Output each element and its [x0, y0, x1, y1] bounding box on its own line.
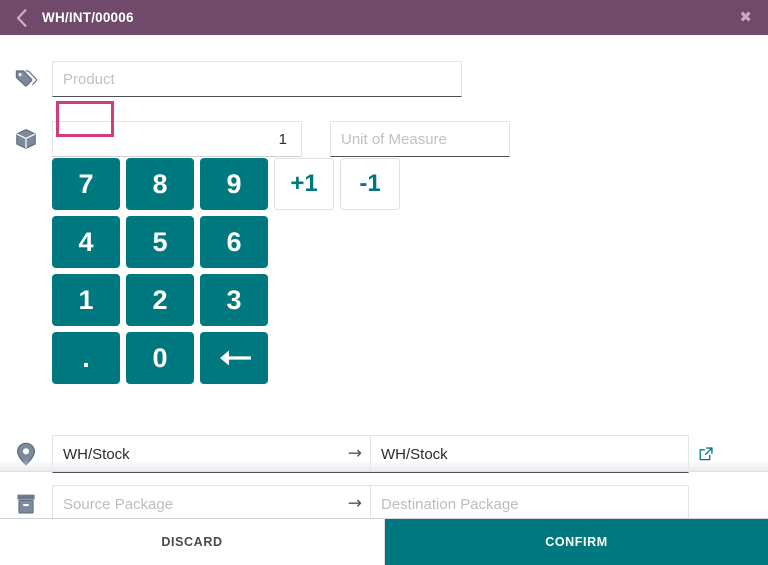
cube-icon	[0, 128, 52, 150]
key-backspace[interactable]	[200, 332, 268, 384]
key-7[interactable]: 7	[52, 158, 120, 210]
key-2[interactable]: 2	[126, 274, 194, 326]
dialog-footer: DISCARD CONFIRM	[0, 518, 768, 565]
destination-location-input[interactable]	[371, 436, 688, 472]
source-package-input[interactable]	[53, 486, 370, 518]
key-6[interactable]: 6	[200, 216, 268, 268]
destination-location-cell	[371, 436, 688, 472]
increment-button[interactable]: +1	[274, 158, 334, 210]
key-0[interactable]: 0	[126, 332, 194, 384]
key-9[interactable]: 9	[200, 158, 268, 210]
key-5[interactable]: 5	[126, 216, 194, 268]
destination-package-input[interactable]	[371, 486, 688, 518]
decrement-button[interactable]: -1	[340, 158, 400, 210]
source-location-input[interactable]	[53, 436, 370, 472]
back-icon[interactable]	[8, 5, 34, 31]
external-link-icon[interactable]	[699, 447, 713, 461]
destination-package-cell	[371, 486, 688, 518]
key-1[interactable]: 1	[52, 274, 120, 326]
numeric-keypad: 7 8 9 4 5 6 1 2 3 . 0 +1 -1	[52, 158, 400, 384]
key-decimal[interactable]: .	[52, 332, 120, 384]
location-dual-field: →	[52, 435, 689, 473]
keypad-grid: 7 8 9 4 5 6 1 2 3 . 0	[52, 158, 268, 384]
quantity-input[interactable]	[52, 121, 302, 157]
package-row: →	[0, 485, 768, 518]
key-8[interactable]: 8	[126, 158, 194, 210]
page-title: WH/INT/00006	[42, 10, 134, 25]
map-pin-icon	[0, 442, 52, 466]
product-input[interactable]	[52, 61, 462, 97]
key-4[interactable]: 4	[52, 216, 120, 268]
barcode-move-line-dialog: WH/INT/00006 ✖ Product 1 Unit of Measure…	[0, 0, 768, 565]
location-row: →	[0, 435, 768, 473]
package-dual-field: →	[52, 485, 689, 518]
backspace-arrow-icon	[217, 347, 251, 369]
close-icon[interactable]: ✖	[737, 6, 754, 29]
source-location-cell: →	[53, 436, 371, 472]
product-row	[0, 61, 768, 97]
quantity-row	[0, 121, 768, 157]
source-package-cell: →	[53, 486, 371, 518]
discard-button[interactable]: DISCARD	[0, 519, 385, 565]
confirm-button[interactable]: CONFIRM	[385, 519, 768, 565]
dialog-header: WH/INT/00006 ✖	[0, 0, 768, 35]
key-3[interactable]: 3	[200, 274, 268, 326]
unit-of-measure-input[interactable]	[330, 121, 510, 157]
tags-icon	[0, 68, 52, 90]
archive-box-icon	[0, 493, 52, 515]
dialog-body: 7 8 9 4 5 6 1 2 3 . 0	[0, 35, 768, 518]
adjust-keys: +1 -1	[274, 158, 400, 210]
